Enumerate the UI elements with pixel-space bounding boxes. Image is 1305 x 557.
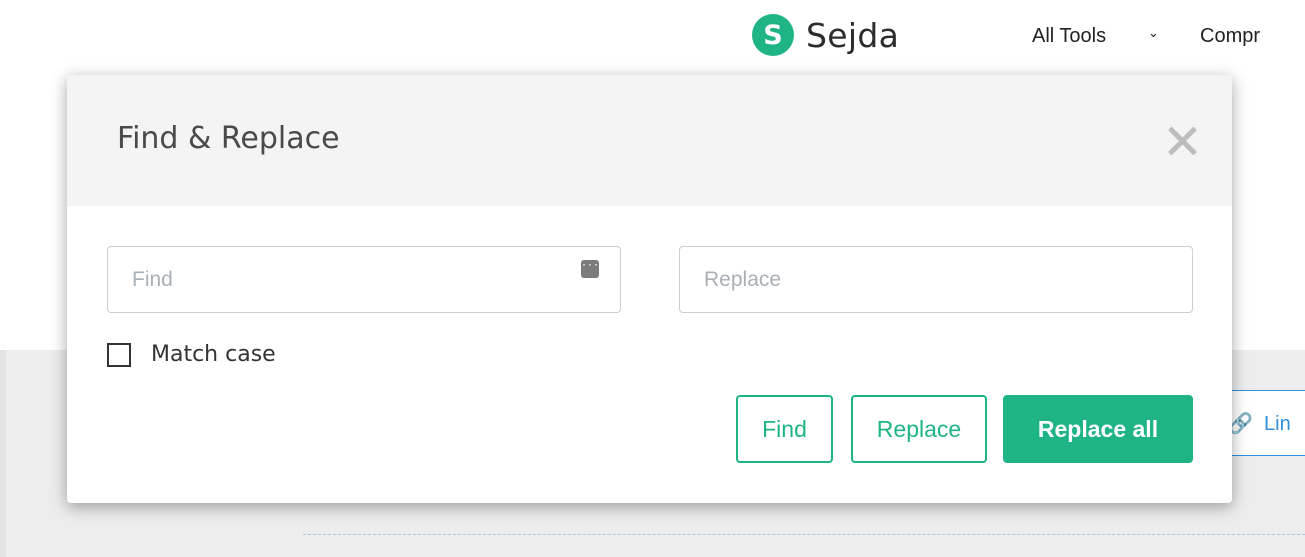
logo-text: Sejda [806, 15, 900, 55]
top-navigation-bar: S Sejda All Tools ⌄ Compr [0, 0, 1305, 75]
link-button-label[interactable]: Lin [1264, 413, 1291, 436]
replace-input[interactable] [679, 246, 1193, 313]
close-icon[interactable] [1165, 123, 1199, 157]
dialog-title: Find & Replace [117, 121, 340, 156]
match-case-label[interactable]: Match case [151, 342, 276, 367]
replace-button[interactable]: Replace [851, 395, 987, 463]
find-button[interactable]: Find [736, 395, 833, 463]
nav-compress[interactable]: Compr [1200, 25, 1260, 48]
find-input[interactable] [107, 246, 621, 313]
keyboard-icon[interactable]: ··· [581, 260, 599, 278]
replace-all-button[interactable]: Replace all [1003, 395, 1193, 463]
dialog-header: Find & Replace [67, 75, 1232, 206]
nav-all-tools[interactable]: All Tools [1032, 25, 1106, 48]
find-replace-dialog: Find & Replace ··· Match case Find Repla… [67, 75, 1232, 503]
match-case-option[interactable]: Match case [107, 342, 276, 367]
sejda-logo-icon: S [752, 14, 794, 56]
match-case-checkbox[interactable] [107, 342, 131, 367]
chevron-down-icon[interactable]: ⌄ [1148, 26, 1159, 41]
sejda-logo[interactable]: S Sejda [752, 14, 899, 56]
drop-zone-border [303, 534, 1305, 535]
page-content-edge [0, 350, 6, 557]
